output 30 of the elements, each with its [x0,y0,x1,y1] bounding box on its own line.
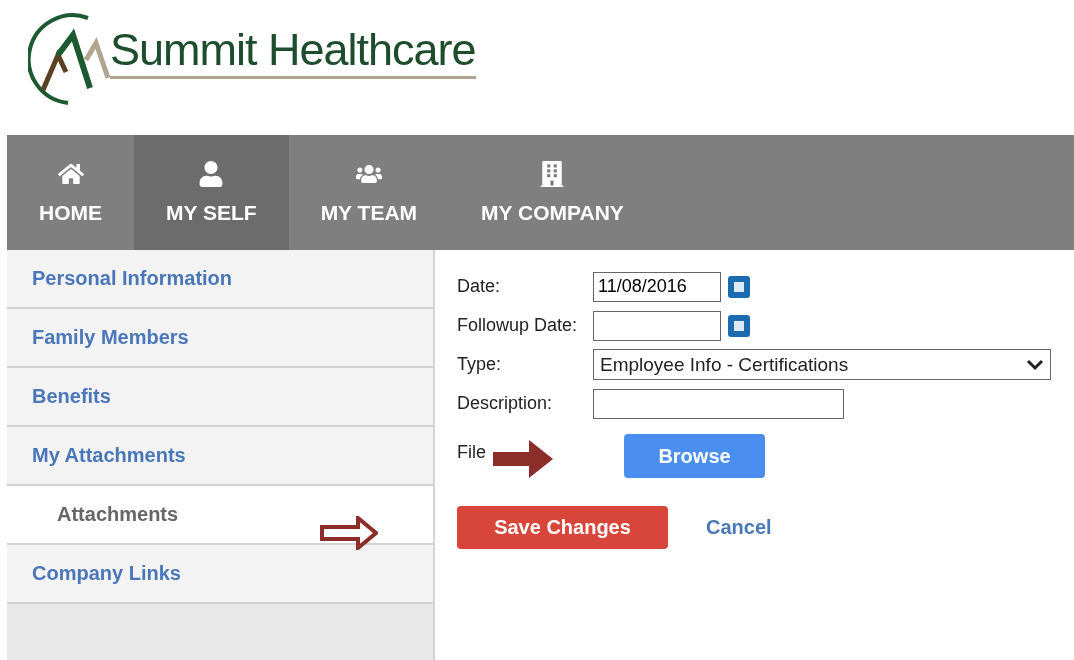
user-icon [198,160,225,187]
sidebar-subitem[interactable]: Attachments [7,486,433,545]
building-icon [539,160,566,187]
arrow-icon [493,440,553,478]
field-label: Type: [457,354,502,375]
sidebar-item[interactable]: Family Members [7,309,433,368]
calendar-icon[interactable] [727,274,751,299]
nav-tab[interactable]: HOME [7,135,134,250]
field-label: Followup Date: [457,315,578,336]
calendar-icon[interactable] [727,313,751,338]
description-field[interactable] [593,388,844,419]
arrow-icon [320,516,378,550]
chevron-icon [1026,358,1044,371]
sidebar-item[interactable]: My Attachments [7,427,433,486]
save-button[interactable]: Save Changes [457,506,668,549]
type-dropdown[interactable]: Employee Info - Certifications [593,349,1051,380]
nav-tab[interactable]: MY SELF [134,135,289,250]
date-field[interactable]: 11/08/2016 [593,271,721,302]
nav-tab[interactable]: MY TEAM [288,135,450,250]
date-field[interactable] [593,310,721,341]
sidebar-item[interactable]: Company Links [7,545,433,604]
sidebar-item[interactable]: Personal Information [7,250,433,309]
browse-button[interactable]: Browse [624,434,765,478]
nav-tab[interactable]: MY COMPANY [449,135,656,250]
field-label: File [457,441,486,463]
field-label: Description: [457,393,553,414]
logo-text: Summit Healthcare [110,27,476,79]
sidebar-item[interactable]: Benefits [7,368,433,427]
field-label: Date: [457,276,501,297]
cancel-link[interactable]: Cancel [706,516,772,539]
